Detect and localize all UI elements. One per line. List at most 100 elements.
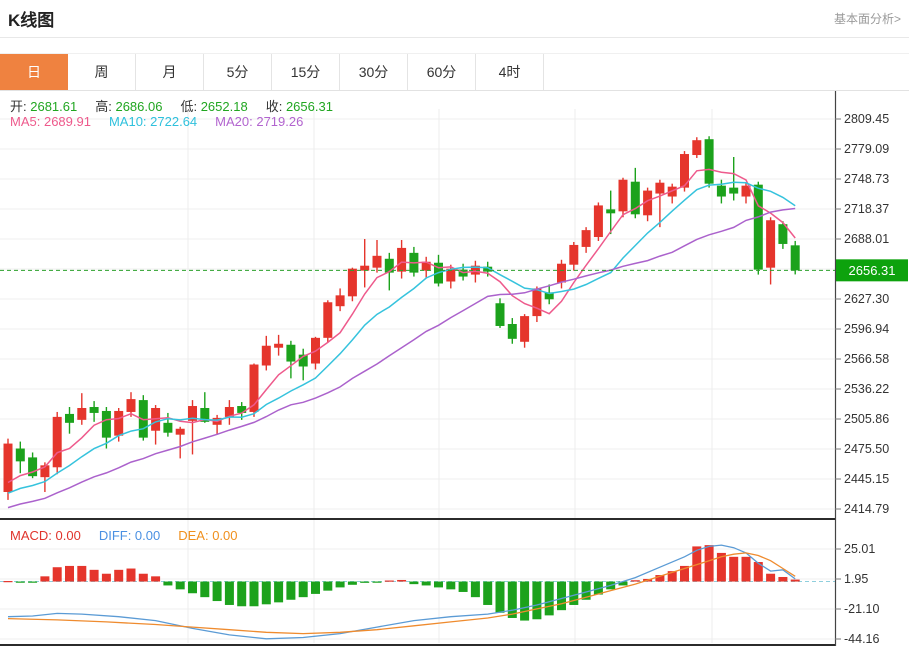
macd-bar[interactable] xyxy=(729,557,738,582)
candle[interactable] xyxy=(262,346,271,366)
candle[interactable] xyxy=(754,185,763,270)
macd-bar[interactable] xyxy=(274,582,283,603)
candle[interactable] xyxy=(77,408,86,420)
macd-bar[interactable] xyxy=(434,582,443,588)
macd-bar[interactable] xyxy=(459,582,468,592)
macd-bar[interactable] xyxy=(385,581,394,582)
macd-bar[interactable] xyxy=(4,581,13,582)
candle[interactable] xyxy=(508,324,517,339)
macd-bar[interactable] xyxy=(446,582,455,590)
macd-bar[interactable] xyxy=(16,582,25,583)
macd-bar[interactable] xyxy=(778,577,787,582)
tab-15分[interactable]: 15分 xyxy=(272,54,340,90)
macd-bar[interactable] xyxy=(90,570,99,582)
tab-周[interactable]: 周 xyxy=(68,54,136,90)
macd-bar[interactable] xyxy=(163,582,172,586)
candle[interactable] xyxy=(4,444,13,492)
macd-bar[interactable] xyxy=(323,582,332,591)
macd-bar[interactable] xyxy=(213,582,222,602)
candle[interactable] xyxy=(114,411,123,436)
candle[interactable] xyxy=(348,269,357,297)
candle[interactable] xyxy=(619,180,628,212)
tab-月[interactable]: 月 xyxy=(136,54,204,90)
macd-bar[interactable] xyxy=(65,566,74,582)
candle[interactable] xyxy=(655,183,664,194)
macd-bar[interactable] xyxy=(631,580,640,581)
fundamental-analysis-link[interactable]: 基本面分析> xyxy=(834,10,901,27)
macd-bar[interactable] xyxy=(766,574,775,582)
macd-bar[interactable] xyxy=(139,574,148,582)
macd-bar[interactable] xyxy=(299,582,308,598)
macd-bar[interactable] xyxy=(286,582,295,600)
kline-chart[interactable]: 2809.452779.092748.732718.372688.012627.… xyxy=(0,91,909,652)
tab-30分[interactable]: 30分 xyxy=(340,54,408,90)
macd-bar[interactable] xyxy=(545,582,554,616)
macd-bar[interactable] xyxy=(77,566,86,582)
candle[interactable] xyxy=(569,245,578,265)
tab-4时[interactable]: 4时 xyxy=(476,54,544,90)
candle[interactable] xyxy=(102,411,111,438)
macd-bar[interactable] xyxy=(237,582,246,607)
macd-bar[interactable] xyxy=(373,582,382,583)
macd-bar[interactable] xyxy=(53,567,62,581)
macd-bar[interactable] xyxy=(336,582,345,588)
macd-bar[interactable] xyxy=(225,582,234,605)
macd-bar[interactable] xyxy=(151,576,160,581)
candle[interactable] xyxy=(336,295,345,306)
candlestick-series[interactable] xyxy=(4,136,800,500)
candle[interactable] xyxy=(176,429,185,435)
candle[interactable] xyxy=(594,205,603,237)
candle[interactable] xyxy=(705,139,714,183)
candle[interactable] xyxy=(237,406,246,413)
macd-bar[interactable] xyxy=(250,582,259,607)
macd-bar[interactable] xyxy=(40,576,49,581)
candle[interactable] xyxy=(766,220,775,267)
candle[interactable] xyxy=(729,188,738,194)
candle[interactable] xyxy=(606,209,615,213)
candle[interactable] xyxy=(286,345,295,362)
candle[interactable] xyxy=(496,303,505,326)
macd-bar[interactable] xyxy=(188,582,197,594)
macd-bar[interactable] xyxy=(397,580,406,582)
macd-bar[interactable] xyxy=(200,582,209,598)
macd-bar[interactable] xyxy=(422,582,431,586)
macd-bar[interactable] xyxy=(557,582,566,611)
candle[interactable] xyxy=(692,140,701,155)
candle[interactable] xyxy=(16,449,25,462)
candle[interactable] xyxy=(90,407,99,413)
macd-bar[interactable] xyxy=(791,580,800,582)
candle[interactable] xyxy=(791,245,800,270)
tab-5分[interactable]: 5分 xyxy=(204,54,272,90)
candle[interactable] xyxy=(373,256,382,268)
macd-bar[interactable] xyxy=(742,557,751,582)
macd-bar[interactable] xyxy=(496,582,505,613)
macd-bar[interactable] xyxy=(311,582,320,594)
macd-bar[interactable] xyxy=(102,574,111,582)
macd-bar[interactable] xyxy=(360,582,369,583)
candle[interactable] xyxy=(323,302,332,338)
candle[interactable] xyxy=(163,423,172,433)
tab-日[interactable]: 日 xyxy=(0,54,68,90)
candle[interactable] xyxy=(127,399,136,412)
macd-bar[interactable] xyxy=(532,582,541,620)
macd-bar[interactable] xyxy=(114,570,123,582)
macd-bar[interactable] xyxy=(705,545,714,581)
candle[interactable] xyxy=(532,288,541,316)
macd-bar[interactable] xyxy=(127,569,136,582)
candle[interactable] xyxy=(717,186,726,197)
candle[interactable] xyxy=(557,264,566,283)
candle[interactable] xyxy=(582,230,591,247)
tab-60分[interactable]: 60分 xyxy=(408,54,476,90)
macd-bar[interactable] xyxy=(348,582,357,585)
candle[interactable] xyxy=(274,344,283,348)
candle[interactable] xyxy=(520,316,529,342)
candle[interactable] xyxy=(397,248,406,272)
macd-bar[interactable] xyxy=(508,582,517,618)
macd-bar[interactable] xyxy=(483,582,492,605)
chart-canvas[interactable]: 2809.452779.092748.732718.372688.012627.… xyxy=(0,91,909,652)
macd-bar[interactable] xyxy=(176,582,185,590)
candle[interactable] xyxy=(65,414,74,423)
macd-bar[interactable] xyxy=(520,582,529,621)
candle[interactable] xyxy=(53,417,62,467)
macd-bar[interactable] xyxy=(471,582,480,598)
